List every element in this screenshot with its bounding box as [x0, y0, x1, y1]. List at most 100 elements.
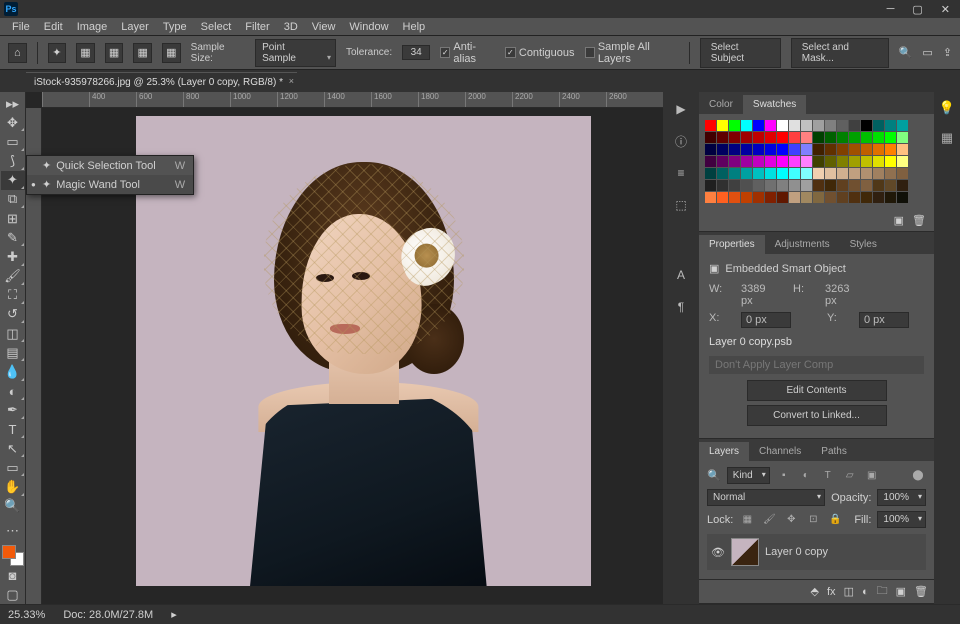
tab-layers[interactable]: Layers	[699, 442, 749, 461]
swatch[interactable]	[741, 192, 752, 203]
swatch[interactable]	[897, 156, 908, 167]
tolerance-input[interactable]: 34	[402, 45, 430, 60]
lock-trans-icon[interactable]: ▦	[739, 513, 755, 527]
group-icon[interactable]: 🗀	[877, 582, 888, 601]
swatch[interactable]	[717, 120, 728, 131]
lock-all-icon[interactable]: 🔒	[827, 513, 843, 527]
swatch[interactable]	[849, 132, 860, 143]
color-panel-icon[interactable]: ▶	[670, 98, 692, 120]
swatch[interactable]	[849, 144, 860, 155]
swatch[interactable]	[873, 132, 884, 143]
swatch[interactable]	[813, 156, 824, 167]
swatch[interactable]	[705, 192, 716, 203]
tab-paths[interactable]: Paths	[811, 442, 857, 461]
swatch[interactable]	[753, 156, 764, 167]
swatch[interactable]	[741, 144, 752, 155]
layer-mask-icon[interactable]: ◫	[844, 585, 854, 598]
tab-adjustments[interactable]: Adjustments	[765, 235, 840, 254]
filter-shape-icon[interactable]: ▱	[842, 469, 858, 483]
healing-tool[interactable]: ✚	[1, 247, 25, 266]
swatch[interactable]	[717, 192, 728, 203]
swatch[interactable]	[765, 192, 776, 203]
tab-swatches[interactable]: Swatches	[743, 95, 806, 114]
filter-toggle-icon[interactable]: ⬤	[910, 469, 926, 483]
delete-layer-icon[interactable]: 🗑	[914, 585, 928, 598]
swatch[interactable]	[813, 144, 824, 155]
swatch[interactable]	[801, 120, 812, 131]
swatch[interactable]	[717, 168, 728, 179]
sample-size-select[interactable]: Point Sample	[255, 39, 336, 67]
filter-kind-select[interactable]: Kind	[727, 467, 770, 484]
swatch[interactable]	[813, 180, 824, 191]
doc-size[interactable]: Doc: 28.0M/27.8M	[63, 609, 153, 621]
swatch[interactable]	[885, 192, 896, 203]
swatch[interactable]	[825, 144, 836, 155]
swatch[interactable]	[765, 120, 776, 131]
color-swatch[interactable]	[2, 545, 24, 566]
lock-paint-icon[interactable]: 🖌	[761, 513, 777, 527]
swatch[interactable]	[837, 192, 848, 203]
filter-type-icon[interactable]: T	[820, 469, 836, 483]
filter-adj-icon[interactable]: ◐	[798, 469, 814, 483]
swatch[interactable]	[789, 132, 800, 143]
swatch[interactable]	[705, 180, 716, 191]
swatch[interactable]	[873, 180, 884, 191]
history-brush-tool[interactable]: ↺	[1, 305, 25, 324]
swatch[interactable]	[861, 168, 872, 179]
visibility-icon[interactable]: 👁	[711, 546, 725, 559]
swatch[interactable]	[825, 180, 836, 191]
swatch[interactable]	[777, 156, 788, 167]
layer-row[interactable]: 👁 Layer 0 copy	[707, 534, 926, 570]
para-panel-icon[interactable]: ¶	[670, 296, 692, 318]
add-selection-icon[interactable]: ▦	[105, 43, 124, 63]
swatch[interactable]	[849, 120, 860, 131]
swatch[interactable]	[729, 168, 740, 179]
swatch[interactable]	[741, 120, 752, 131]
swatch[interactable]	[861, 132, 872, 143]
swatch[interactable]	[753, 144, 764, 155]
y-input[interactable]: 0 px	[859, 312, 909, 328]
workspace-icon[interactable]: ▭	[922, 46, 932, 59]
select-subject-button[interactable]: Select Subject	[700, 38, 781, 68]
swatch[interactable]	[789, 120, 800, 131]
swatch[interactable]	[801, 192, 812, 203]
swatch[interactable]	[825, 132, 836, 143]
swatch[interactable]	[765, 180, 776, 191]
sample-all-checkbox[interactable]: Sample All Layers	[585, 41, 679, 65]
swatch[interactable]	[729, 180, 740, 191]
swatch[interactable]	[705, 132, 716, 143]
filter-pixel-icon[interactable]: ▪	[776, 469, 792, 483]
swatch[interactable]	[741, 156, 752, 167]
tab-channels[interactable]: Channels	[749, 442, 811, 461]
edit-contents-button[interactable]: Edit Contents	[747, 380, 887, 401]
swatch[interactable]	[885, 168, 896, 179]
swatch[interactable]	[789, 144, 800, 155]
swatch[interactable]	[777, 120, 788, 131]
swatch[interactable]	[873, 192, 884, 203]
swatch[interactable]	[705, 168, 716, 179]
delete-swatch-icon[interactable]: 🗑	[912, 214, 926, 227]
swatch[interactable]	[717, 156, 728, 167]
link-layers-icon[interactable]: ⬘	[811, 585, 819, 598]
antialias-checkbox[interactable]: ✓Anti-alias	[440, 41, 495, 65]
swatch[interactable]	[837, 120, 848, 131]
gradient-tool[interactable]: ▤	[1, 343, 25, 362]
swatch[interactable]	[849, 180, 860, 191]
share-icon[interactable]: ⇪	[943, 46, 952, 59]
3d-panel-icon[interactable]: ⬚	[670, 194, 692, 216]
menu-filter[interactable]: Filter	[239, 19, 275, 35]
stamp-tool[interactable]: ⛶	[1, 286, 25, 305]
swatch[interactable]	[753, 132, 764, 143]
menu-edit[interactable]: Edit	[38, 19, 69, 35]
swatch[interactable]	[837, 180, 848, 191]
lasso-tool[interactable]: ⟆	[1, 152, 25, 171]
swatch[interactable]	[813, 192, 824, 203]
path-tool[interactable]: ↖	[1, 439, 25, 458]
swatches-grid[interactable]	[699, 114, 934, 209]
swatch[interactable]	[825, 156, 836, 167]
swatch[interactable]	[789, 192, 800, 203]
swatch[interactable]	[849, 156, 860, 167]
marquee-tool[interactable]: ▭	[1, 132, 25, 151]
frame-tool[interactable]: ⊞	[1, 209, 25, 228]
swatch[interactable]	[837, 144, 848, 155]
